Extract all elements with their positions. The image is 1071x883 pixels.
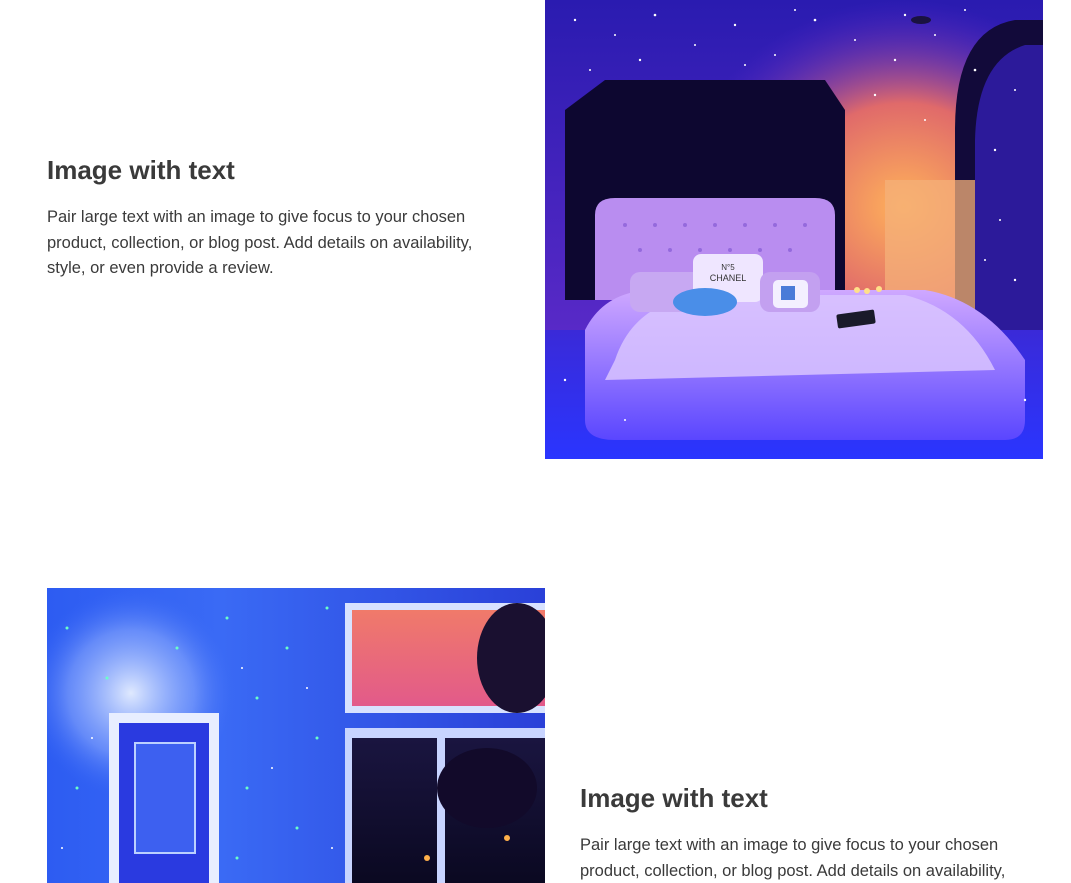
bedroom-galaxy-projector-image: N°5 CHANEL <box>545 0 1043 459</box>
image-with-text-section-1: Image with text Pair large text with an … <box>47 155 507 282</box>
image-with-text-section-2: Image with text Pair large text with an … <box>580 783 1040 883</box>
section-body-text: Pair large text with an image to give fo… <box>47 208 473 278</box>
pillow-text-2: CHANEL <box>710 273 747 283</box>
pillow-text-1: N°5 <box>721 263 735 272</box>
wall-scene-illustration <box>47 588 545 883</box>
section-heading: Image with text <box>580 783 768 813</box>
section-body-text: Pair large text with an image to give fo… <box>580 836 1006 880</box>
bedroom-scene-illustration: N°5 CHANEL <box>545 0 1043 459</box>
section-heading: Image with text <box>47 155 235 185</box>
wall-galaxy-projector-image <box>47 588 545 883</box>
